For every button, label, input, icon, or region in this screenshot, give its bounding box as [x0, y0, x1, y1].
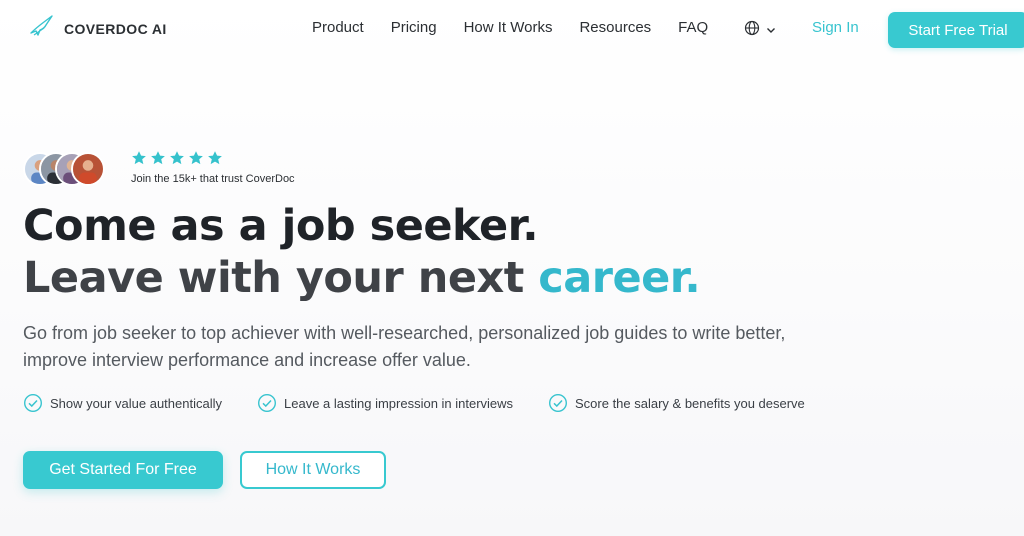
top-navigation: COVERDOC AI Product Pricing How It Works…	[0, 0, 1024, 62]
star-icon	[170, 151, 184, 165]
nav-item-resources[interactable]: Resources	[579, 19, 651, 36]
headline-line-1: Come as a job seeker.	[23, 201, 539, 251]
headline-line-2: Leave with your next career.	[23, 252, 783, 304]
brand-name: COVERDOC AI	[64, 21, 167, 37]
benefit-label: Score the salary & benefits you deserve	[575, 395, 805, 411]
globe-icon	[744, 20, 760, 41]
trust-text: Join the 15k+ that trust CoverDoc	[131, 173, 295, 185]
star-icon	[208, 151, 222, 165]
benefit-item: Score the salary & benefits you deserve	[548, 393, 805, 413]
star-icon	[151, 151, 165, 165]
benefit-item: Show your value authentically	[23, 393, 222, 413]
nav-item-how-it-works[interactable]: How It Works	[464, 19, 553, 36]
nav-item-pricing[interactable]: Pricing	[391, 19, 437, 36]
nav-item-product[interactable]: Product	[312, 19, 364, 36]
headline-line-2-text: Leave with your next	[23, 253, 524, 303]
check-circle-icon	[548, 393, 568, 413]
check-circle-icon	[23, 393, 43, 413]
bird-logo-icon	[28, 13, 56, 46]
benefit-item: Leave a lasting impression in interviews	[257, 393, 513, 413]
main-menu: Product Pricing How It Works Resources F…	[312, 19, 735, 36]
headline-accent-word: career.	[538, 253, 701, 303]
benefit-label: Show your value authentically	[50, 395, 222, 411]
sign-in-link[interactable]: Sign In	[812, 19, 859, 36]
chevron-down-icon	[766, 22, 776, 40]
star-icon	[189, 151, 203, 165]
avatar	[71, 152, 105, 186]
avatar-group	[23, 152, 107, 188]
benefit-label: Leave a lasting impression in interviews	[284, 395, 514, 411]
start-free-trial-button[interactable]: Start Free Trial	[888, 12, 1024, 48]
how-it-works-button[interactable]: How It Works	[240, 451, 386, 489]
star-icon	[132, 151, 146, 165]
hero-headline: Come as a job seeker. Leave with your ne…	[23, 200, 783, 304]
rating-stars	[131, 150, 223, 166]
check-circle-icon	[257, 393, 277, 413]
nav-item-faq[interactable]: FAQ	[678, 19, 708, 36]
language-selector[interactable]	[744, 20, 776, 41]
brand-logo[interactable]: COVERDOC AI	[28, 14, 167, 44]
get-started-button[interactable]: Get Started For Free	[23, 451, 223, 489]
hero-description: Go from job seeker to top achiever with …	[23, 323, 786, 370]
